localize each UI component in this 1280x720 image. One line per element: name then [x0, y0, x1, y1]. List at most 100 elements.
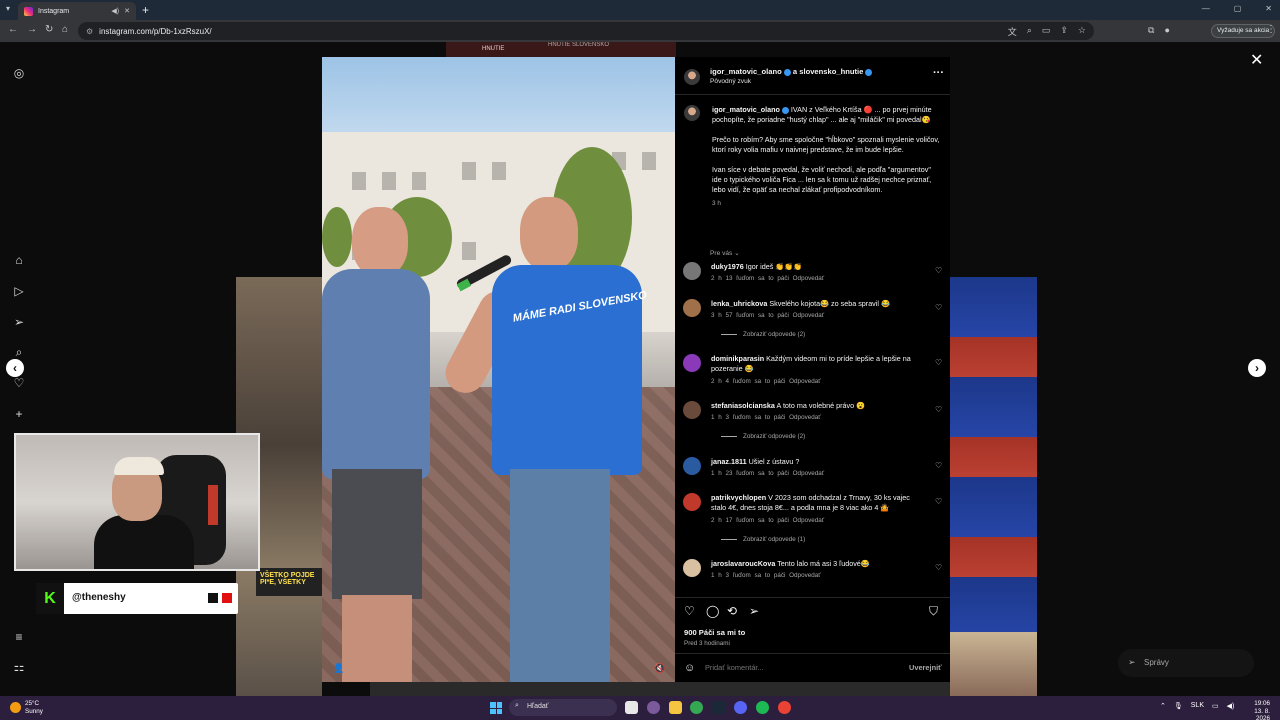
comment-username[interactable]: lenka_uhrickova — [711, 299, 767, 308]
clock[interactable]: 19:06 13. 8. 2026 — [1240, 700, 1270, 720]
steam-icon[interactable] — [712, 701, 725, 714]
comment-like-icon[interactable]: ♡ — [935, 266, 942, 275]
minimize-icon[interactable]: — — [1202, 4, 1210, 13]
comment-like-icon[interactable]: ♡ — [935, 358, 942, 367]
weather-sun-icon[interactable] — [10, 702, 21, 713]
discord-icon[interactable] — [734, 701, 747, 714]
notifications-nav-icon[interactable]: ♡ — [12, 376, 26, 390]
save-icon[interactable]: ⛉ — [929, 604, 938, 619]
comment-like-icon[interactable]: ♡ — [935, 563, 942, 572]
comment-username[interactable]: stefaniasolcianska — [711, 401, 775, 410]
view-replies-button[interactable]: Zobraziť odpovede (2) — [721, 433, 805, 440]
avatar[interactable] — [683, 262, 701, 280]
extensions-icon[interactable]: ⧉ — [1148, 25, 1154, 36]
browser-menu-icon[interactable]: ⋮ — [1266, 24, 1276, 35]
chrome-alt-icon[interactable] — [778, 701, 791, 714]
direct-nav-icon[interactable]: ➢ — [12, 315, 26, 329]
taskbar-search[interactable]: ⌕ Hľadať — [509, 699, 617, 716]
instagram-logo-icon[interactable]: ◎ — [12, 66, 26, 80]
comment-meta[interactable]: 2 h 4 ľuďom sa to páči Odpovedať — [711, 378, 821, 385]
avatar[interactable] — [684, 69, 700, 85]
repost-icon[interactable]: ⟲ — [727, 604, 737, 618]
avatar[interactable] — [683, 559, 701, 577]
comment-meta[interactable]: 1 h 3 ľuďom sa to páči Odpovedať — [711, 414, 821, 421]
create-nav-icon[interactable]: + — [12, 407, 26, 421]
view-replies-button[interactable]: Zobraziť odpovede (2) — [721, 331, 805, 338]
comment-meta[interactable]: 2 h 13 ľuďom sa to páči Odpovedať — [711, 275, 824, 282]
microphone-tray-icon[interactable]: 🎙 — [1174, 702, 1183, 710]
language-indicator[interactable]: SLK — [1191, 702, 1204, 710]
comment-like-icon[interactable]: ♡ — [935, 303, 942, 312]
more-menu-icon[interactable]: ≡ — [12, 630, 26, 644]
profile-icon[interactable]: ● — [1164, 25, 1169, 36]
translate-icon[interactable]: 文 — [1008, 25, 1017, 38]
comment-meta[interactable]: 2 h 17 ľuďom sa to páči Odpovedať — [711, 517, 824, 524]
caption-username[interactable]: igor_matovic_olano — [712, 105, 780, 114]
comment-input[interactable] — [705, 663, 895, 672]
volume-icon[interactable]: ◀) — [1227, 702, 1235, 710]
home-icon[interactable]: ⌂ — [62, 24, 68, 35]
spotify-icon[interactable] — [756, 701, 769, 714]
new-tab-button[interactable]: + — [142, 3, 149, 17]
url-text[interactable]: instagram.com/p/Db-1xzRszuX/ — [99, 27, 211, 36]
home-nav-icon[interactable]: ⌂ — [12, 253, 26, 267]
tab-close-icon[interactable]: ✕ — [124, 7, 130, 15]
bookmark-star-icon[interactable]: ☆ — [1078, 25, 1086, 38]
task-view-icon[interactable] — [625, 701, 638, 714]
like-count[interactable]: 900 Páči sa mi to — [684, 628, 745, 637]
start-icon[interactable] — [490, 702, 502, 714]
back-icon[interactable]: ← — [8, 24, 18, 35]
comment-like-icon[interactable]: ♡ — [935, 405, 942, 414]
share-icon[interactable]: ➢ — [749, 604, 759, 618]
comment-meta[interactable]: 1 h 23 ľuďom sa to páči Odpovedať — [711, 470, 824, 477]
forward-icon[interactable]: → — [27, 24, 37, 35]
comment-username[interactable]: duky1976 — [711, 262, 744, 271]
meta-apps-icon[interactable]: ⚏ — [12, 660, 26, 674]
avatar[interactable] — [683, 457, 701, 475]
zoom-icon[interactable]: ⌕ — [1027, 25, 1032, 38]
comment-username[interactable]: dominikparasin — [711, 354, 764, 363]
window-close-icon[interactable]: ✕ — [1265, 4, 1272, 13]
post-video[interactable]: MÁME RADI SLOVENSKO 👤 🔇 — [322, 57, 675, 682]
more-options-icon[interactable]: ··· — [933, 67, 944, 79]
comment-like-icon[interactable]: ♡ — [935, 461, 942, 470]
author-username[interactable]: igor_matovic_olano — [710, 67, 782, 76]
coauthor-username[interactable]: slovensko_hnutie — [799, 67, 863, 76]
app-icon[interactable] — [647, 701, 660, 714]
comment-username[interactable]: patrikvychlopen — [711, 493, 766, 502]
share-icon[interactable]: ⇪ — [1060, 25, 1068, 38]
network-icon[interactable]: ▭ — [1212, 702, 1219, 710]
prev-post-button[interactable]: ‹ — [6, 359, 24, 377]
avatar[interactable] — [683, 401, 701, 419]
comment-meta[interactable]: 1 h 3 ľuďom sa to páči Odpovedať — [711, 572, 821, 579]
reels-nav-icon[interactable]: ▷ — [12, 284, 26, 298]
mute-icon[interactable]: 🔇 — [654, 663, 665, 674]
messages-button[interactable]: ➢ Správy — [1118, 649, 1254, 677]
for-you-filter[interactable]: Pre vás ⌄ — [710, 249, 740, 257]
maximize-icon[interactable]: ▢ — [1234, 4, 1242, 13]
cast-icon[interactable]: ▭ — [1042, 25, 1051, 38]
view-replies-button[interactable]: Zobraziť odpovede (1) — [721, 536, 805, 543]
emoji-icon[interactable]: ☺ — [684, 662, 695, 674]
tray-expand-icon[interactable]: ⌃ — [1160, 702, 1166, 710]
avatar[interactable] — [684, 105, 700, 121]
tab-instagram[interactable]: Instagram ◀) ✕ — [18, 2, 136, 20]
chrome-icon[interactable] — [690, 701, 703, 714]
avatar[interactable] — [683, 493, 701, 511]
weather-widget[interactable]: 25°C Sunny — [25, 700, 43, 715]
avatar[interactable] — [683, 299, 701, 317]
post-comment-button[interactable]: Uverejniť — [909, 663, 942, 672]
comment-like-icon[interactable]: ♡ — [935, 497, 942, 506]
audio-label[interactable]: Pôvodný zvuk — [710, 78, 751, 85]
file-explorer-icon[interactable] — [669, 701, 682, 714]
search-nav-icon[interactable]: ⌕ — [12, 345, 26, 359]
comment-username[interactable]: jaroslavaroucKova — [711, 559, 775, 568]
like-icon[interactable]: ♡ — [684, 604, 695, 618]
comment-username[interactable]: janaz.1811 — [711, 457, 747, 466]
address-bar[interactable]: ⚙ instagram.com/p/Db-1xzRszuX/ 文 ⌕ ▭ ⇪ ☆ — [78, 22, 1094, 40]
avatar[interactable] — [683, 354, 701, 372]
reload-icon[interactable]: ↻ — [45, 24, 53, 35]
audio-icon[interactable]: ◀) — [111, 7, 119, 15]
comment-meta[interactable]: 3 h 57 ľuďom sa to páči Odpovedať — [711, 312, 824, 319]
next-post-button[interactable]: › — [1248, 359, 1266, 377]
